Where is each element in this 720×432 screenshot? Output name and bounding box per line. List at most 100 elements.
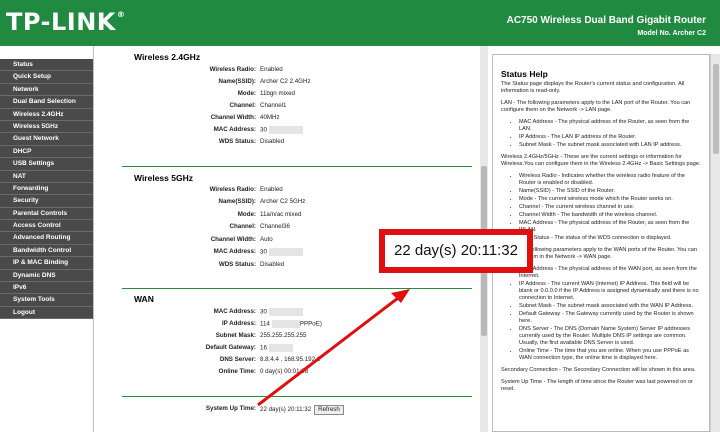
help-lan-intro: LAN - The following parameters apply to … (501, 100, 691, 113)
row-label: Channel: (229, 223, 256, 230)
header-bar: TP-LINK® AC750 Wireless Dual Band Gigabi… (0, 0, 720, 46)
row-value: Disabled (260, 261, 285, 268)
help-intro: The Status page displays the Router's cu… (501, 81, 685, 94)
sidebar-item-system-tools[interactable]: System Tools (0, 294, 93, 307)
help-lan-list: MAC Address - The physical address of th… (519, 119, 701, 149)
sidebar-item-wireless-5ghz[interactable]: Wireless 5GHz (0, 120, 93, 134)
row-label: Wireless Radio: (209, 66, 256, 73)
sidebar-item-ipv6[interactable]: IPv6 (0, 282, 93, 295)
sidebar-item-parental-controls[interactable]: Parental Controls (0, 207, 93, 221)
mac-prefix: 30 (260, 248, 267, 256)
section-title-wireless-5ghz: Wireless 5GHz (134, 173, 193, 183)
nav-menu: Status Quick Setup Network Dual Band Sel… (0, 59, 93, 320)
row-value: Channel1 (260, 102, 287, 109)
row-value: 255.255.255.255 (260, 332, 307, 339)
row-value: Archer C2 5GHz (260, 198, 306, 205)
sidebar-item-quick-setup[interactable]: Quick Setup (0, 71, 93, 84)
uptime-row: System Up Time: 22 day(s) 20:11:32 Refresh (94, 405, 484, 417)
list-item: Wireless Radio - Indicates whether the w… (519, 173, 701, 187)
uptime-value-wrap: 22 day(s) 20:11:32 Refresh (260, 405, 344, 415)
row-value: 0 day(s) 00:01:08 (260, 368, 309, 375)
list-item: Mode - The current wireless mode which t… (519, 196, 701, 203)
help-scrollbar[interactable] (710, 54, 720, 432)
row-label: Channel: (229, 102, 256, 109)
row-value: 30 (260, 308, 303, 316)
row-label: WDS Status: (218, 138, 256, 145)
row-value: 40MHz (260, 114, 280, 121)
sidebar-item-dhcp[interactable]: DHCP (0, 145, 93, 159)
ip-suffix: PPPoE) (299, 320, 322, 328)
list-item: Channel Width - The bandwidth of the wir… (519, 212, 701, 219)
sidebar-item-nat[interactable]: NAT (0, 170, 93, 183)
uptime-label: System Up Time: (205, 405, 256, 412)
list-item: WDS Status - The status of the WDS conne… (519, 235, 701, 242)
row-label: Channel Width: (210, 236, 256, 243)
row-label: Subnet Mask: (215, 332, 256, 339)
logo-text: TP-LINK (6, 8, 116, 36)
sidebar-item-guest-network[interactable]: Guest Network (0, 133, 93, 146)
sidebar-item-advanced-routing[interactable]: Advanced Routing (0, 232, 93, 245)
redacted-block (268, 248, 303, 256)
sidebar: Status Quick Setup Network Dual Band Sel… (0, 46, 94, 432)
list-item: MAC Address - The physical address of th… (519, 220, 701, 234)
row-label: MAC Address: (213, 126, 256, 133)
ip-prefix: 114 (260, 320, 270, 328)
list-item: Subnet Mask - The subnet mask associated… (519, 142, 701, 149)
sidebar-item-network[interactable]: Network (0, 83, 93, 97)
tplink-logo[interactable]: TP-LINK® (6, 8, 125, 36)
list-item: Default Gateway - The Gateway currently … (519, 311, 701, 325)
trademark-symbol: ® (116, 10, 126, 19)
refresh-button[interactable]: Refresh (314, 405, 344, 415)
row-label: DNS Server: (219, 356, 256, 363)
row-label: MAC Address: (213, 308, 256, 315)
list-item: Online Time - The time that you are onli… (519, 348, 701, 362)
sidebar-item-forwarding[interactable]: Forwarding (0, 182, 93, 196)
row-label: Default Gateway: (205, 344, 256, 351)
row-value: Archer C2 2.4GHz (260, 78, 311, 85)
scrollbar-thumb[interactable] (713, 64, 719, 154)
help-secondary: Secondary Connection - The Secondary Con… (501, 367, 696, 373)
redacted-block (271, 320, 300, 328)
sidebar-item-status[interactable]: Status (0, 59, 93, 72)
status-row: Wireless Radio: Enabled (94, 66, 484, 78)
list-item: DNS Server - The DNS (Domain Name System… (519, 326, 701, 347)
sidebar-item-wireless-24ghz[interactable]: Wireless 2.4GHz (0, 108, 93, 121)
status-row: Channel: Channel1 (94, 102, 484, 114)
row-label: WDS Status: (218, 261, 256, 268)
mac-prefix: 30 (260, 308, 267, 316)
uptime-callout: 22 day(s) 20:11:32 (379, 229, 533, 273)
redacted-block (268, 126, 303, 134)
section-divider (122, 288, 472, 289)
row-value: 11a/n/ac mixed (260, 211, 302, 218)
list-item: MAC Address - The physical address of th… (519, 266, 701, 280)
list-item: MAC Address - The physical address of th… (519, 119, 701, 133)
status-row: WDS Status: Disabled (94, 138, 484, 150)
sidebar-item-ip-mac-binding[interactable]: IP & MAC Binding (0, 257, 93, 270)
row-value: 8.8.4.4 , 168.95.192.1 (260, 356, 321, 363)
model-number: Model No. Archer C2 (637, 30, 706, 37)
list-item: Channel - The current wireless channel i… (519, 204, 701, 211)
row-label: IP Address: (221, 320, 256, 327)
row-label: Wireless Radio: (209, 186, 256, 193)
list-item: IP Address - The LAN IP address of the R… (519, 134, 701, 141)
status-row: Online Time: 0 day(s) 00:01:08 (94, 368, 484, 380)
sidebar-item-security[interactable]: Security (0, 195, 93, 208)
section-divider (122, 166, 472, 167)
sidebar-item-dynamic-dns[interactable]: Dynamic DNS (0, 269, 93, 283)
sidebar-item-access-control[interactable]: Access Control (0, 220, 93, 233)
sidebar-item-dual-band-selection[interactable]: Dual Band Selection (0, 96, 93, 109)
row-value: Auto (260, 236, 273, 243)
row-value: Disabled (260, 138, 285, 145)
sidebar-item-usb-settings[interactable]: USB Settings (0, 158, 93, 171)
status-row: MAC Address: 30 (94, 308, 484, 320)
row-value: 16 (260, 344, 293, 352)
status-row: Name(SSID): Archer C2 5GHz (94, 198, 484, 210)
list-item: Subnet Mask - The subnet mask associated… (519, 303, 701, 310)
help-wireless-intro: Wireless 2.4GHz/5GHz - These are the cur… (501, 154, 701, 167)
sidebar-item-logout[interactable]: Logout (0, 306, 93, 320)
row-label: MAC Address: (213, 248, 256, 255)
product-name: AC750 Wireless Dual Band Gigabit Router (506, 15, 706, 26)
row-label: Mode: (237, 90, 256, 97)
row-label: Mode: (237, 211, 256, 218)
sidebar-item-bandwidth-control[interactable]: Bandwidth Control (0, 244, 93, 258)
